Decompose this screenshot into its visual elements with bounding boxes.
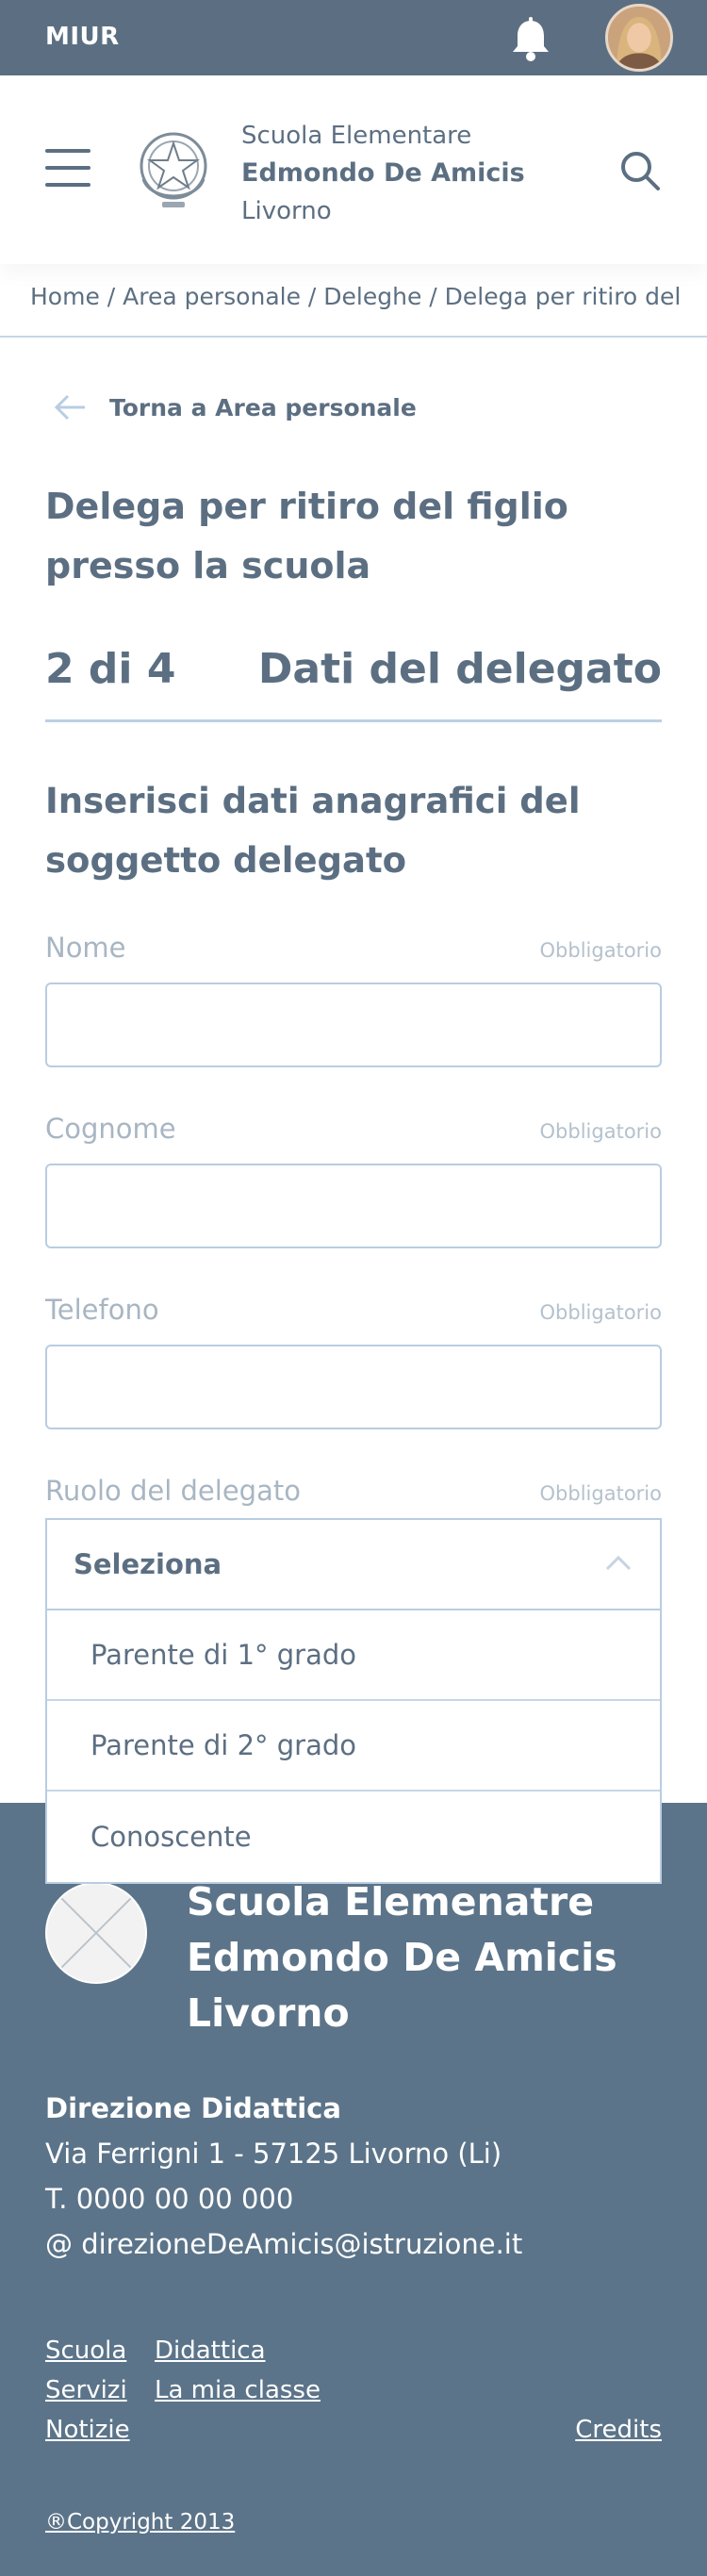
footer-links-col2: Didattica La mia classe <box>155 2331 321 2410</box>
required-label: Obbligatorio <box>539 1482 662 1505</box>
field-label-cognome: Cognome <box>45 1113 176 1145</box>
field-label-ruolo: Ruolo del delegato <box>45 1475 301 1507</box>
role-select[interactable]: Seleziona <box>45 1518 662 1609</box>
page-title-line1: Delega per ritiro del figlio <box>45 486 568 527</box>
footer-link-servizi[interactable]: Servizi <box>45 2376 127 2404</box>
footer-link-la-mia-classe[interactable]: La mia classe <box>155 2376 321 2404</box>
required-label: Obbligatorio <box>539 1301 662 1324</box>
telefono-input[interactable] <box>45 1345 662 1429</box>
stepper: 2 di 4 Dati del delegato <box>45 641 662 722</box>
school-type: Scuola Elementare <box>241 122 472 150</box>
role-option[interactable]: Conoscente <box>47 1792 660 1882</box>
email[interactable]: @ direzioneDeAmicis@istruzione.it <box>45 2221 522 2267</box>
footer-link-credits[interactable]: Credits <box>575 2416 662 2444</box>
page-title-line2: presso la scuola <box>45 545 371 586</box>
direction-title: Direzione Didattica <box>45 2092 341 2124</box>
field-label-nome: Nome <box>45 932 126 964</box>
breadcrumb-divider <box>0 336 707 338</box>
phone[interactable]: T. 0000 00 00 000 <box>45 2176 522 2221</box>
hamburger-menu-icon[interactable] <box>45 149 90 187</box>
site-header: Scuola Elementare Edmondo De Amicis Livo… <box>0 75 707 264</box>
footer-school-line2: Edmondo De Amicis <box>187 1935 617 1980</box>
search-icon[interactable] <box>618 149 662 192</box>
italian-republic-emblem-icon <box>134 123 213 213</box>
bell-icon[interactable] <box>509 17 552 62</box>
role-option[interactable]: Parente di 2° grado <box>47 1701 660 1792</box>
back-to-personal-area-link[interactable]: Torna a Area personale <box>53 388 417 426</box>
footer-link-scuola[interactable]: Scuola <box>45 2337 126 2365</box>
school-name-block[interactable]: Scuola Elementare Edmondo De Amicis Livo… <box>241 117 525 230</box>
required-label: Obbligatorio <box>539 939 662 962</box>
page-title: Delega per ritiro del figlio presso la s… <box>45 477 630 596</box>
form-heading: Inserisci dati anagrafici del soggetto d… <box>45 781 581 881</box>
footer-link-didattica[interactable]: Didattica <box>155 2337 266 2365</box>
school-name: Edmondo De Amicis <box>241 158 525 188</box>
field-label-telefono: Telefono <box>45 1294 159 1326</box>
step-label: Dati del delegato <box>257 645 662 693</box>
ministry-brand[interactable]: MIUR <box>45 23 120 51</box>
step-counter: 2 di 4 <box>45 645 176 693</box>
required-label: Obbligatorio <box>539 1120 662 1143</box>
role-select-value: Seleziona <box>74 1548 222 1580</box>
role-option[interactable]: Parente di 1° grado <box>47 1610 660 1701</box>
role-options-list: Parente di 1° grado Parente di 2° grado … <box>45 1609 662 1884</box>
back-link-label: Torna a Area personale <box>109 393 417 421</box>
breadcrumb[interactable]: Home / Area personale / Deleghe / Delega… <box>30 283 681 310</box>
footer-link-notizie[interactable]: Notizie <box>45 2416 130 2444</box>
chevron-up-icon <box>605 1555 632 1571</box>
address: Via Ferrigni 1 - 57125 Livorno (Li) <box>45 2138 502 2170</box>
school-logo-placeholder-icon <box>45 1882 147 1984</box>
site-footer: Scuola Elemenatre Edmondo De Amicis Livo… <box>0 1803 707 2576</box>
nome-input[interactable] <box>45 983 662 1067</box>
footer-school-line3: Livorno <box>187 1990 350 2036</box>
footer-contacts: Direzione Didattica Via Ferrigni 1 - 571… <box>45 2086 522 2267</box>
arrow-left-icon <box>54 394 85 421</box>
school-city: Livorno <box>241 197 332 225</box>
footer-links-col1: Scuola Servizi Notizie <box>45 2331 130 2450</box>
footer-school-name: Scuola Elemenatre Edmondo De Amicis Livo… <box>187 1874 617 2041</box>
user-avatar[interactable] <box>605 4 673 72</box>
copyright-link[interactable]: ®Copyright 2013 <box>45 2510 235 2535</box>
top-bar: MIUR <box>0 0 707 75</box>
cognome-input[interactable] <box>45 1164 662 1248</box>
